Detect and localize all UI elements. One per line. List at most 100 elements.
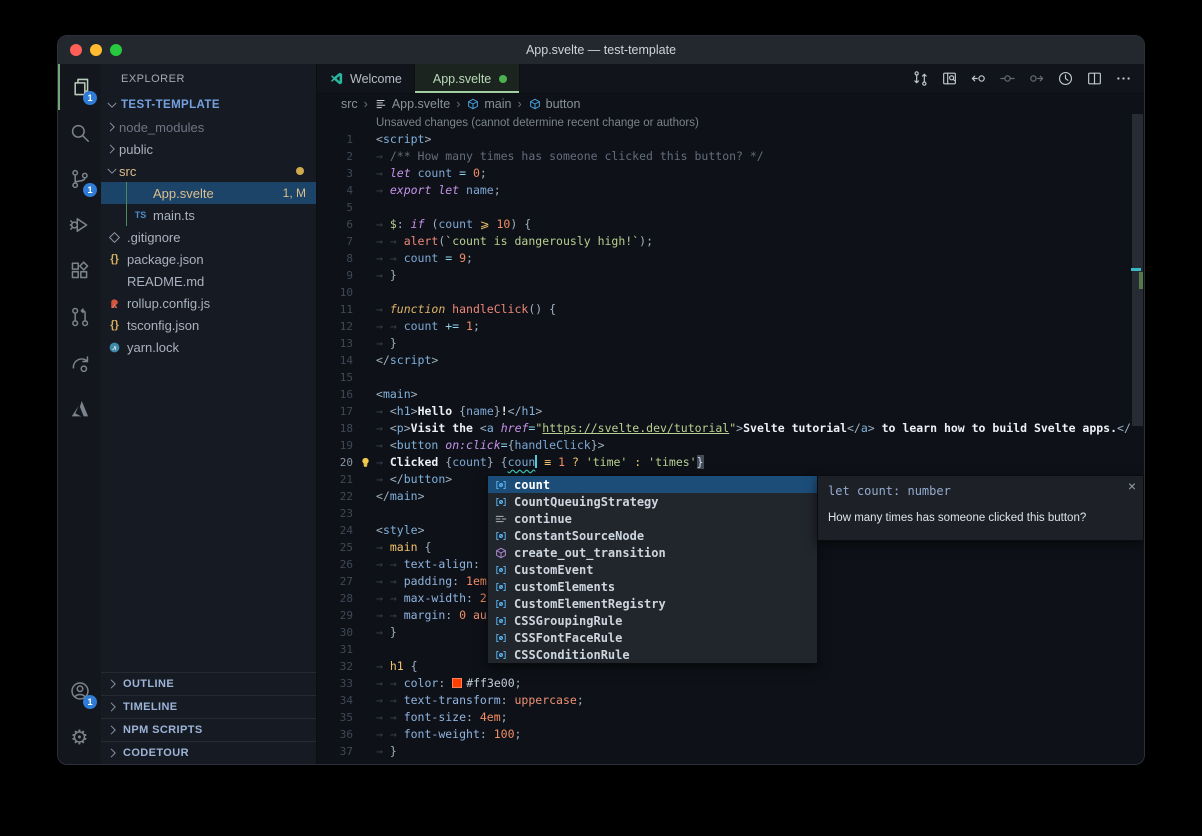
code-line[interactable]: 10 <box>317 284 1131 301</box>
file-row-package-json[interactable]: {}package.json <box>101 248 316 270</box>
code-line[interactable]: 8→ → count = 9; <box>317 250 1131 267</box>
suggest-item-continue[interactable]: continue <box>488 510 817 527</box>
file-row-main-ts[interactable]: TSmain.ts <box>101 204 316 226</box>
code-line[interactable]: 17→ <h1>Hello {name}!</h1> <box>317 403 1131 420</box>
symbol-variable-icon <box>492 580 510 594</box>
code-line[interactable]: 3→ let count = 0; <box>317 165 1131 182</box>
activity-item-explorer[interactable]: 1 <box>58 64 101 110</box>
suggest-item-count[interactable]: count <box>488 476 817 493</box>
line-number: 5 <box>317 199 353 216</box>
suggest-item-cssgroupingrule[interactable]: CSSGroupingRule <box>488 612 817 629</box>
file-row-tsconfig-json[interactable]: {}tsconfig.json <box>101 314 316 336</box>
compare-changes-button[interactable] <box>909 68 931 90</box>
suggest-item-customevent[interactable]: CustomEvent <box>488 561 817 578</box>
line-number: 18 <box>317 420 353 437</box>
chevron-down-icon <box>101 98 121 112</box>
code-line[interactable]: 35→ → font-size: 4em; <box>317 709 1131 726</box>
activity-badge: 1 <box>83 183 97 197</box>
code-editor[interactable]: Unsaved changes (cannot determine recent… <box>317 114 1131 764</box>
code-line[interactable]: 33→ → color: #ff3e00; <box>317 675 1131 692</box>
code-line[interactable]: 34→ → text-transform: uppercase; <box>317 692 1131 709</box>
suggest-item-constantsourcenode[interactable]: ConstantSourceNode <box>488 527 817 544</box>
activity-item-search[interactable] <box>58 110 101 156</box>
next-change-button[interactable] <box>1025 68 1047 90</box>
suggest-item-cssfontfacerule[interactable]: CSSFontFaceRule <box>488 629 817 646</box>
intellisense-suggest-list: countCountQueuingStrategycontinueConstan… <box>487 475 818 664</box>
activity-item-settings[interactable]: ⚙ <box>58 714 101 760</box>
file-row-app-svelte[interactable]: App.svelte1, M <box>101 182 316 204</box>
line-number: 14 <box>317 352 353 369</box>
suggest-item-countqueuingstrategy[interactable]: CountQueuingStrategy <box>488 493 817 510</box>
code-line[interactable]: 1<script> <box>317 131 1131 148</box>
line-number: 34 <box>317 692 353 709</box>
json-file-icon: {} <box>107 252 122 267</box>
code-line[interactable]: 14</script> <box>317 352 1131 369</box>
section-codetour[interactable]: CODETOUR <box>101 741 316 764</box>
more-actions-button[interactable] <box>1112 68 1134 90</box>
code-line[interactable]: 15 <box>317 369 1131 386</box>
file-row-readme-md[interactable]: README.md <box>101 270 316 292</box>
code-line[interactable]: 37→ } <box>317 743 1131 760</box>
suggest-item-cssconditionrule[interactable]: CSSConditionRule <box>488 646 817 663</box>
activity-item-github-pull-requests[interactable] <box>58 294 101 340</box>
section-npm-scripts[interactable]: NPM SCRIPTS <box>101 718 316 741</box>
code-line[interactable]: 16<main> <box>317 386 1131 403</box>
activity-item-run-and-debug[interactable] <box>58 202 101 248</box>
suggest-item-customelements[interactable]: customElements <box>488 578 817 595</box>
split-editor-button[interactable] <box>1083 68 1105 90</box>
line-number: 11 <box>317 301 353 318</box>
code-line[interactable]: 9→ } <box>317 267 1131 284</box>
file-row-public[interactable]: public <box>101 138 316 160</box>
editor-scrollbar[interactable] <box>1131 114 1144 764</box>
ts-file-icon: TS <box>133 208 148 223</box>
file-row-src[interactable]: src <box>101 160 316 182</box>
code-line[interactable]: 13→ } <box>317 335 1131 352</box>
tree-indent-guide <box>126 204 127 226</box>
svelte-lines-icon <box>374 97 388 111</box>
code-line[interactable]: 18→ <p>Visit the <a href="https://svelte… <box>317 420 1131 437</box>
section-outline[interactable]: OUTLINE <box>101 672 316 695</box>
breadcrumb-item-button[interactable]: button <box>528 97 581 111</box>
suggest-item-create_out_transition[interactable]: create_out_transition <box>488 544 817 561</box>
tab-app-svelte[interactable]: App.svelte <box>415 64 520 93</box>
code-line[interactable]: 7→ → alert(`count is dangerously high!`)… <box>317 233 1131 250</box>
close-icon[interactable]: × <box>1128 479 1136 493</box>
history-button[interactable] <box>1054 68 1076 90</box>
breadcrumb-item-src[interactable]: src <box>341 97 358 111</box>
code-line[interactable]: 6→ $: if (count ⩾ 10) { <box>317 216 1131 233</box>
suggest-item-customelementregistry[interactable]: CustomElementRegistry <box>488 595 817 612</box>
activity-item-extensions[interactable] <box>58 248 101 294</box>
code-line[interactable]: 20→ Clicked {count} {coun ≡ 1 ? 'time' :… <box>317 454 1131 471</box>
code-line[interactable]: 2→ /** How many times has someone clicke… <box>317 148 1131 165</box>
current-change-button[interactable] <box>996 68 1018 90</box>
code-line[interactable]: 12→ → count += 1; <box>317 318 1131 335</box>
code-line[interactable]: 5 <box>317 199 1131 216</box>
sidebar-title: EXPLORER <box>121 73 185 85</box>
breadcrumb-item-app-svelte[interactable]: App.svelte <box>374 97 450 111</box>
previous-change-button[interactable] <box>967 68 989 90</box>
chevron-right-icon <box>101 700 123 714</box>
activity-item-azure[interactable] <box>58 386 101 432</box>
line-content: → h1 { <box>376 659 418 673</box>
activity-item-live-share[interactable] <box>58 340 101 386</box>
code-line[interactable]: 4→ export let name; <box>317 182 1131 199</box>
workspace-root-row[interactable]: TEST-TEMPLATE <box>101 94 316 116</box>
activity-item-accounts[interactable]: 1 <box>58 668 101 714</box>
line-content: → → alert(`count is dangerously high!`); <box>376 234 653 248</box>
section-timeline[interactable]: TIMELINE <box>101 695 316 718</box>
svelte-file-icon <box>133 186 148 201</box>
activity-item-source-control[interactable]: 1 <box>58 156 101 202</box>
open-preview-button[interactable] <box>938 68 960 90</box>
tab-welcome[interactable]: Welcome <box>317 64 415 93</box>
line-number: 23 <box>317 505 353 522</box>
file-row-rollup-config-js[interactable]: rollup.config.js <box>101 292 316 314</box>
file-row-yarn-lock[interactable]: yarn.lock <box>101 336 316 358</box>
code-line[interactable]: 19→ <button on:click={handleClick}> <box>317 437 1131 454</box>
code-line[interactable]: 36→ → font-weight: 100; <box>317 726 1131 743</box>
file-row--gitignore[interactable]: .gitignore <box>101 226 316 248</box>
breadcrumb-item-main[interactable]: main <box>466 97 511 111</box>
file-row-node-modules[interactable]: node_modules <box>101 116 316 138</box>
code-line[interactable]: 11→ function handleClick() { <box>317 301 1131 318</box>
file-label: .gitignore <box>127 230 180 245</box>
line-content: → → color: #ff3e00; <box>376 676 522 690</box>
